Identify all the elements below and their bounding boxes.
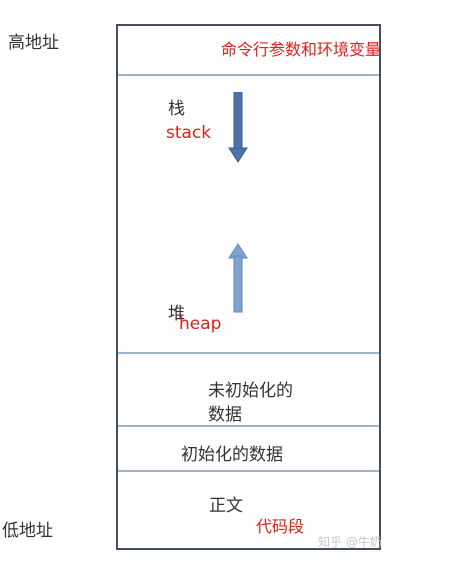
args-env-label: 命令行参数和环境变量 bbox=[221, 40, 382, 59]
memory-layout-diagram: 命令行参数和环境变量 栈 stack 堆 heap 未初始化的 数据 初始化的数… bbox=[116, 24, 382, 550]
divider-heap bbox=[118, 352, 379, 354]
stack-en-label: stack bbox=[166, 123, 212, 143]
text-red-label: 代码段 bbox=[256, 517, 305, 536]
arrow-down-icon bbox=[228, 92, 248, 164]
watermark: 知乎 @牛奶 bbox=[318, 535, 382, 549]
text-cn-label: 正文 bbox=[209, 496, 243, 516]
divider-data bbox=[118, 470, 379, 472]
data-segment-label: 初始化的数据 bbox=[181, 445, 283, 465]
stack-cn-label: 栈 bbox=[168, 99, 185, 119]
bss-label-line2: 数据 bbox=[208, 405, 242, 425]
heap-en-label: heap bbox=[179, 314, 222, 334]
divider-bss bbox=[118, 425, 379, 427]
arrow-up-icon bbox=[228, 242, 248, 314]
bss-label-line1: 未初始化的 bbox=[208, 381, 293, 401]
low-address-label: 低地址 bbox=[2, 521, 53, 541]
high-address-label: 高地址 bbox=[8, 33, 59, 53]
divider-args bbox=[118, 74, 379, 76]
